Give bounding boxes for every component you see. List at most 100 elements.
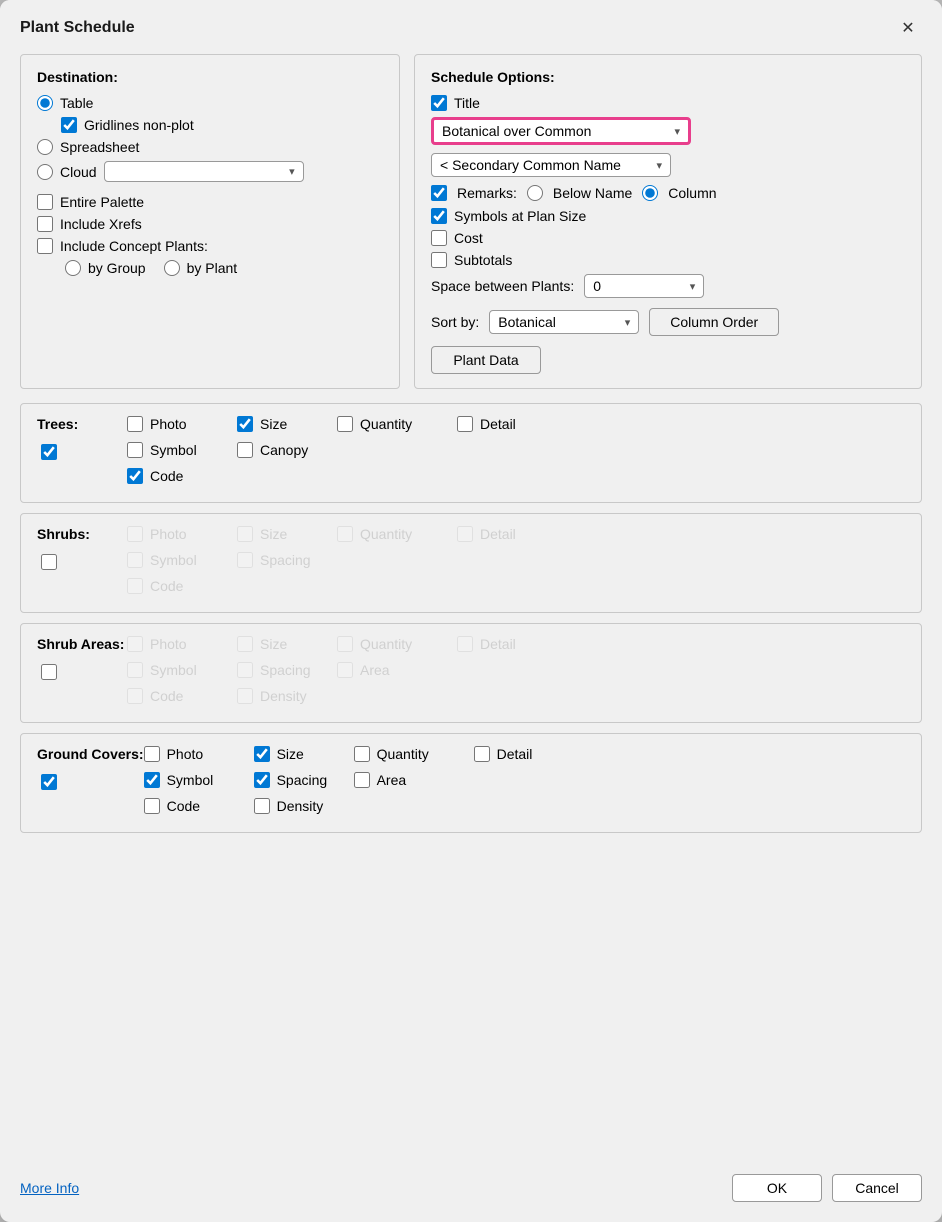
cost-checkbox[interactable]	[431, 230, 447, 246]
secondary-dropdown-value: < Secondary Common Name	[440, 157, 621, 173]
gc-detail-checkbox[interactable]	[474, 746, 490, 762]
shrubs-photo-row: Photo	[127, 526, 237, 542]
shrub-areas-area-checkbox[interactable]	[337, 662, 353, 678]
cloud-dropdown[interactable]: ▾	[104, 161, 304, 182]
gc-symbol-checkbox[interactable]	[144, 772, 160, 788]
table-radio[interactable]	[37, 95, 53, 111]
shrubs-code-row: Code	[127, 578, 237, 594]
sort-value: Botanical	[498, 314, 556, 330]
entire-palette-checkbox[interactable]	[37, 194, 53, 210]
shrubs-quantity-label: Quantity	[360, 526, 412, 542]
shrubs-code-checkbox[interactable]	[127, 578, 143, 594]
trees-code-checkbox[interactable]	[127, 468, 143, 484]
trees-canopy-checkbox[interactable]	[237, 442, 253, 458]
gc-spacing-checkbox[interactable]	[254, 772, 270, 788]
spreadsheet-radio[interactable]	[37, 139, 53, 155]
trees-col3: Quantity	[337, 416, 457, 438]
trees-size-label: Size	[260, 416, 287, 432]
below-name-radio[interactable]	[527, 185, 543, 201]
gc-code-checkbox[interactable]	[144, 798, 160, 814]
shrub-areas-main-checkbox[interactable]	[41, 664, 57, 680]
gc-symbol-row: Symbol	[144, 772, 254, 788]
shrub-areas-label: Shrub Areas:	[37, 636, 127, 652]
schedule-options-label: Schedule Options:	[431, 69, 905, 85]
table-label: Table	[60, 95, 93, 111]
ground-covers-main-checkbox[interactable]	[41, 774, 57, 790]
remarks-checkbox[interactable]	[431, 185, 447, 201]
gc-spacing-row: Spacing	[254, 772, 354, 788]
shrubs-detail-checkbox[interactable]	[457, 526, 473, 542]
table-radio-row: Table	[37, 95, 383, 111]
shrub-areas-detail-checkbox[interactable]	[457, 636, 473, 652]
title-label: Title	[454, 95, 480, 111]
botanical-dropdown[interactable]: Botanical over Common ▾	[431, 117, 691, 145]
shrub-areas-section: Shrub Areas: Photo Symbol Code	[20, 623, 922, 723]
by-group-radio[interactable]	[65, 260, 81, 276]
trees-photo-row: Photo	[127, 416, 237, 432]
top-panels: Destination: Table Gridlines non-plot Sp…	[20, 54, 922, 389]
gc-area-checkbox[interactable]	[354, 772, 370, 788]
trees-code-row: Code	[127, 468, 237, 484]
ground-covers-main: Ground Covers:	[37, 746, 144, 790]
column-order-button[interactable]: Column Order	[649, 308, 779, 336]
gc-photo-checkbox[interactable]	[144, 746, 160, 762]
trees-code-label: Code	[150, 468, 183, 484]
shrub-areas-col3: Quantity Area	[337, 636, 457, 684]
shrub-areas-code-checkbox[interactable]	[127, 688, 143, 704]
include-concept-checkbox[interactable]	[37, 238, 53, 254]
include-xrefs-checkbox[interactable]	[37, 216, 53, 232]
trees-main-checkbox[interactable]	[41, 444, 57, 460]
trees-symbol-checkbox[interactable]	[127, 442, 143, 458]
close-button[interactable]: ✕	[894, 14, 922, 42]
schedule-options-panel: Schedule Options: Title Botanical over C…	[414, 54, 922, 389]
subtotals-checkbox[interactable]	[431, 252, 447, 268]
secondary-chevron: ▾	[656, 159, 662, 172]
secondary-dropdown[interactable]: < Secondary Common Name ▾	[431, 153, 671, 177]
trees-size-checkbox[interactable]	[237, 416, 253, 432]
sort-dropdown[interactable]: Botanical ▾	[489, 310, 639, 334]
shrub-areas-photo-checkbox[interactable]	[127, 636, 143, 652]
column-label: Column	[668, 185, 716, 201]
plant-data-button[interactable]: Plant Data	[431, 346, 541, 374]
shrubs-photo-checkbox[interactable]	[127, 526, 143, 542]
space-dropdown[interactable]: 0 ▾	[584, 274, 704, 298]
cloud-row: Cloud ▾	[37, 161, 383, 182]
shrub-areas-quantity-checkbox[interactable]	[337, 636, 353, 652]
gc-density-checkbox[interactable]	[254, 798, 270, 814]
cancel-button[interactable]: Cancel	[832, 1174, 922, 1202]
shrub-areas-density-checkbox[interactable]	[237, 688, 253, 704]
shrub-areas-size-checkbox[interactable]	[237, 636, 253, 652]
shrubs-col3: Quantity	[337, 526, 457, 548]
entire-palette-row: Entire Palette	[37, 194, 383, 210]
spreadsheet-label: Spreadsheet	[60, 139, 139, 155]
shrubs-quantity-checkbox[interactable]	[337, 526, 353, 542]
title-checkbox[interactable]	[431, 95, 447, 111]
shrubs-detail-row: Detail	[457, 526, 547, 542]
gridlines-checkbox[interactable]	[61, 117, 77, 133]
trees-columns: Photo Symbol Code Size	[127, 416, 905, 490]
sort-by-label: Sort by:	[431, 314, 479, 330]
shrub-areas-spacing-checkbox[interactable]	[237, 662, 253, 678]
destination-label: Destination:	[37, 69, 383, 85]
column-radio[interactable]	[642, 185, 658, 201]
shrubs-spacing-checkbox[interactable]	[237, 552, 253, 568]
cloud-radio[interactable]	[37, 164, 53, 180]
trees-detail-checkbox[interactable]	[457, 416, 473, 432]
symbols-checkbox[interactable]	[431, 208, 447, 224]
by-plant-radio[interactable]	[164, 260, 180, 276]
ok-button[interactable]: OK	[732, 1174, 822, 1202]
trees-photo-checkbox[interactable]	[127, 416, 143, 432]
shrubs-symbol-checkbox[interactable]	[127, 552, 143, 568]
shrubs-col1: Photo Symbol Code	[127, 526, 237, 600]
gc-quantity-checkbox[interactable]	[354, 746, 370, 762]
gc-size-checkbox[interactable]	[254, 746, 270, 762]
shrubs-main-checkbox[interactable]	[41, 554, 57, 570]
trees-quantity-checkbox[interactable]	[337, 416, 353, 432]
shrubs-size-checkbox[interactable]	[237, 526, 253, 542]
shrub-areas-density-label: Density	[260, 688, 307, 704]
more-info-button[interactable]: More Info	[20, 1180, 79, 1196]
shrub-areas-symbol-checkbox[interactable]	[127, 662, 143, 678]
shrub-areas-col2: Size Spacing Density	[237, 636, 337, 710]
shrub-areas-quantity-row: Quantity	[337, 636, 457, 652]
shrub-areas-code-row: Code	[127, 688, 237, 704]
